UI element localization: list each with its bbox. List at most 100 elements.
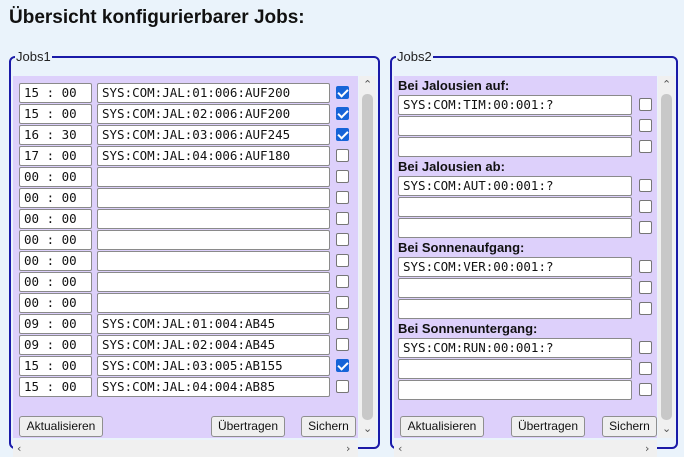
- event-command-input[interactable]: [398, 116, 632, 136]
- job-command-input[interactable]: [97, 230, 330, 250]
- job-time-input[interactable]: 15 : 00: [19, 83, 92, 103]
- job-enabled-checkbox[interactable]: [336, 275, 349, 288]
- event-command-input[interactable]: [398, 359, 632, 379]
- job-enabled-checkbox[interactable]: [336, 233, 349, 246]
- job-enabled-checkbox[interactable]: [336, 149, 349, 162]
- job-time-input[interactable]: 17 : 00: [19, 146, 92, 166]
- jobs1-scroll-area[interactable]: 15 : 00 SYS:COM:JAL:01:006:AUF200 15 : 00 S…: [13, 76, 358, 438]
- event-command-input[interactable]: [398, 197, 632, 217]
- jobs1-transfer-button[interactable]: Übertragen: [211, 416, 285, 437]
- jobs2-horizontal-scrollbar[interactable]: ‹ ›: [394, 440, 657, 457]
- event-command-input[interactable]: [398, 299, 632, 319]
- event-enabled-checkbox[interactable]: [639, 302, 652, 315]
- job-time-input[interactable]: 00 : 00: [19, 272, 92, 292]
- job-enabled-checkbox[interactable]: [336, 380, 349, 393]
- jobs2-refresh-button[interactable]: Aktualisieren: [400, 416, 484, 437]
- job-enabled-checkbox[interactable]: [336, 86, 349, 99]
- job-enabled-checkbox[interactable]: [336, 170, 349, 183]
- event-command-input[interactable]: [398, 218, 632, 238]
- section-label: Bei Sonnenaufgang:: [398, 240, 525, 255]
- jobs1-vertical-scrollbar[interactable]: ⌃ ⌄: [359, 76, 376, 438]
- event-enabled-checkbox[interactable]: [639, 221, 652, 234]
- job-time-input[interactable]: 09 : 00: [19, 335, 92, 355]
- event-command-input[interactable]: SYS:COM:TIM:00:001:?: [398, 95, 632, 115]
- event-enabled-checkbox[interactable]: [639, 98, 652, 111]
- jobs1-group: Jobs1 15 : 00 SYS:COM:JAL:01:006:AUF200 15…: [9, 49, 380, 457]
- event-enabled-checkbox[interactable]: [639, 362, 652, 375]
- event-command-input[interactable]: SYS:COM:AUT:00:001:?: [398, 176, 632, 196]
- section-label: Bei Sonnenuntergang:: [398, 321, 538, 336]
- job-command-input[interactable]: [97, 188, 330, 208]
- job-time-input[interactable]: 00 : 00: [19, 188, 92, 208]
- job-time-input[interactable]: 00 : 00: [19, 293, 92, 313]
- job-time-input[interactable]: 00 : 00: [19, 230, 92, 250]
- jobs1-refresh-button[interactable]: Aktualisieren: [19, 416, 103, 437]
- job-command-input[interactable]: [97, 272, 330, 292]
- chevron-down-icon[interactable]: ⌄: [363, 423, 372, 434]
- event-command-input[interactable]: [398, 278, 632, 298]
- event-command-input[interactable]: [398, 380, 632, 400]
- job-time-input[interactable]: 00 : 00: [19, 167, 92, 187]
- jobs2-vertical-scrollbar[interactable]: ⌃ ⌄: [658, 76, 675, 438]
- page-title: Übersicht konfigurierbarer Jobs:: [9, 7, 305, 28]
- job-command-input[interactable]: SYS:COM:JAL:03:006:AUF245: [97, 125, 330, 145]
- job-command-input[interactable]: SYS:COM:JAL:02:004:AB45: [97, 335, 330, 355]
- event-enabled-checkbox[interactable]: [639, 200, 652, 213]
- event-command-input[interactable]: SYS:COM:VER:00:001:?: [398, 257, 632, 277]
- chevron-right-icon[interactable]: ›: [346, 443, 350, 454]
- jobs2-save-button[interactable]: Sichern: [602, 416, 657, 437]
- job-command-input[interactable]: SYS:COM:JAL:01:004:AB45: [97, 314, 330, 334]
- job-time-input[interactable]: 09 : 00: [19, 314, 92, 334]
- event-enabled-checkbox[interactable]: [639, 341, 652, 354]
- job-enabled-checkbox[interactable]: [336, 107, 349, 120]
- job-command-input[interactable]: [97, 251, 330, 271]
- job-command-input[interactable]: SYS:COM:JAL:02:006:AUF200: [97, 104, 330, 124]
- chevron-right-icon[interactable]: ›: [645, 443, 649, 454]
- chevron-left-icon[interactable]: ‹: [17, 443, 21, 454]
- event-command-input[interactable]: [398, 137, 632, 157]
- event-enabled-checkbox[interactable]: [639, 281, 652, 294]
- jobs2-legend: Jobs2: [397, 49, 432, 64]
- job-command-input[interactable]: [97, 209, 330, 229]
- jobs1-save-button[interactable]: Sichern: [301, 416, 356, 437]
- jobs1-horizontal-scrollbar[interactable]: ‹ ›: [13, 440, 358, 457]
- event-enabled-checkbox[interactable]: [639, 260, 652, 273]
- jobs1-legend: Jobs1: [16, 49, 51, 64]
- job-enabled-checkbox[interactable]: [336, 254, 349, 267]
- job-command-input[interactable]: SYS:COM:JAL:04:006:AUF180: [97, 146, 330, 166]
- job-command-input[interactable]: [97, 167, 330, 187]
- job-time-input[interactable]: 15 : 00: [19, 104, 92, 124]
- job-command-input[interactable]: [97, 293, 330, 313]
- job-command-input[interactable]: SYS:COM:JAL:03:005:AB155: [97, 356, 330, 376]
- chevron-down-icon[interactable]: ⌄: [662, 423, 671, 434]
- jobs2-scroll-thumb[interactable]: [661, 94, 672, 420]
- chevron-up-icon[interactable]: ⌃: [662, 79, 671, 90]
- event-enabled-checkbox[interactable]: [639, 140, 652, 153]
- job-command-input[interactable]: SYS:COM:JAL:01:006:AUF200: [97, 83, 330, 103]
- job-time-input[interactable]: 00 : 00: [19, 251, 92, 271]
- job-time-input[interactable]: 15 : 00: [19, 377, 92, 397]
- job-enabled-checkbox[interactable]: [336, 317, 349, 330]
- job-time-input[interactable]: 16 : 30: [19, 125, 92, 145]
- job-enabled-checkbox[interactable]: [336, 191, 349, 204]
- event-enabled-checkbox[interactable]: [639, 119, 652, 132]
- jobs2-group: Jobs2 Bei Jalousien auf: SYS:COM:TIM:00:0…: [390, 49, 678, 457]
- job-enabled-checkbox[interactable]: [336, 128, 349, 141]
- event-enabled-checkbox[interactable]: [639, 383, 652, 396]
- section-label: Bei Jalousien ab:: [398, 159, 505, 174]
- chevron-up-icon[interactable]: ⌃: [363, 79, 372, 90]
- jobs1-scroll-thumb[interactable]: [362, 94, 373, 420]
- event-command-input[interactable]: SYS:COM:RUN:00:001:?: [398, 338, 632, 358]
- section-label: Bei Jalousien auf:: [398, 78, 510, 93]
- jobs2-scroll-area[interactable]: Bei Jalousien auf: SYS:COM:TIM:00:001:? Be…: [394, 76, 657, 438]
- job-enabled-checkbox[interactable]: [336, 296, 349, 309]
- chevron-left-icon[interactable]: ‹: [398, 443, 402, 454]
- jobs2-transfer-button[interactable]: Übertragen: [511, 416, 585, 437]
- job-enabled-checkbox[interactable]: [336, 212, 349, 225]
- job-enabled-checkbox[interactable]: [336, 359, 349, 372]
- job-time-input[interactable]: 00 : 00: [19, 209, 92, 229]
- job-enabled-checkbox[interactable]: [336, 338, 349, 351]
- job-command-input[interactable]: SYS:COM:JAL:04:004:AB85: [97, 377, 330, 397]
- event-enabled-checkbox[interactable]: [639, 179, 652, 192]
- job-time-input[interactable]: 15 : 00: [19, 356, 92, 376]
